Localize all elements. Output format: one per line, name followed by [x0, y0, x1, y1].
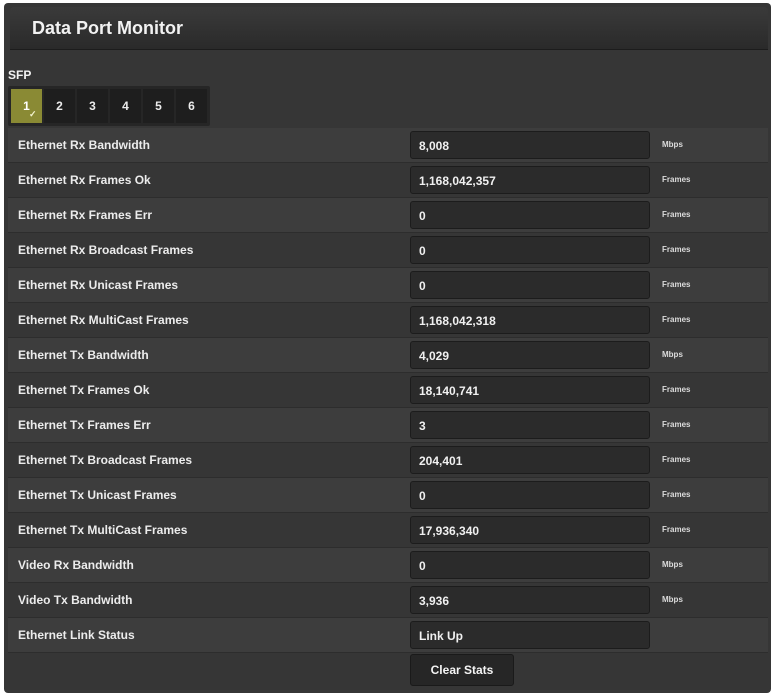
stat-label: Ethernet Rx Frames Err [18, 208, 153, 222]
stat-value-field: 0 [410, 271, 650, 299]
tab-sfp-5[interactable]: 5 [143, 89, 174, 123]
stat-value-field: 8,008 [410, 131, 650, 159]
stat-label: Ethernet Tx Bandwidth [18, 348, 149, 362]
tab-sfp-4[interactable]: 4 [110, 89, 141, 123]
stat-label: Ethernet Rx MultiCast Frames [18, 313, 189, 327]
stat-row-eth-rx-broadcast: Ethernet Rx Broadcast Frames 0 Frames [8, 233, 768, 268]
stat-unit: Mbps [662, 560, 683, 569]
stat-unit: Mbps [662, 350, 683, 359]
stat-row-eth-tx-bandwidth: Ethernet Tx Bandwidth 4,029 Mbps [8, 338, 768, 373]
stat-label: Ethernet Tx Unicast Frames [18, 488, 177, 502]
tab-sfp-3[interactable]: 3 [77, 89, 108, 123]
stat-unit: Frames [662, 280, 691, 289]
stat-row-eth-tx-frames-ok: Ethernet Tx Frames Ok 18,140,741 Frames [8, 373, 768, 408]
stat-unit: Frames [662, 210, 691, 219]
link-status-field: Link Up [410, 621, 650, 649]
stat-value-field: 4,029 [410, 341, 650, 369]
sfp-label: SFP [8, 68, 32, 82]
stat-value-field: 0 [410, 236, 650, 264]
stat-unit: Frames [662, 385, 691, 394]
stat-label: Ethernet Tx Frames Ok [18, 383, 150, 397]
stat-value-field: 1,168,042,357 [410, 166, 650, 194]
stat-row-eth-rx-frames-ok: Ethernet Rx Frames Ok 1,168,042,357 Fram… [8, 163, 768, 198]
stat-label: Video Rx Bandwidth [18, 558, 134, 572]
stat-row-eth-tx-unicast: Ethernet Tx Unicast Frames 0 Frames [8, 478, 768, 513]
stat-label: Ethernet Rx Frames Ok [18, 173, 151, 187]
stat-unit: Frames [662, 490, 691, 499]
stat-unit: Mbps [662, 140, 683, 149]
stat-row-eth-rx-multicast: Ethernet Rx MultiCast Frames 1,168,042,3… [8, 303, 768, 338]
tab-sfp-6[interactable]: 6 [176, 89, 207, 123]
stat-row-eth-tx-broadcast: Ethernet Tx Broadcast Frames 204,401 Fra… [8, 443, 768, 478]
sfp-tab-bar: 1 ✓ 2 3 4 5 6 [8, 86, 210, 126]
stat-value-field: 1,168,042,318 [410, 306, 650, 334]
tab-label: 5 [155, 99, 162, 113]
stat-row-eth-rx-bandwidth: Ethernet Rx Bandwidth 8,008 Mbps [8, 128, 768, 163]
stats-table: Ethernet Rx Bandwidth 8,008 Mbps Etherne… [8, 128, 768, 653]
stat-row-eth-tx-multicast: Ethernet Tx MultiCast Frames 17,936,340 … [8, 513, 768, 548]
stat-unit: Frames [662, 175, 691, 184]
stat-unit: Frames [662, 315, 691, 324]
tab-label: 3 [89, 99, 96, 113]
stat-row-eth-link-status: Ethernet Link Status Link Up [8, 618, 768, 653]
stat-label: Ethernet Tx Frames Err [18, 418, 151, 432]
stat-label: Ethernet Link Status [18, 628, 135, 642]
stat-value-field: 3 [410, 411, 650, 439]
stat-value-field: 18,140,741 [410, 376, 650, 404]
stat-unit: Frames [662, 420, 691, 429]
stat-unit: Frames [662, 245, 691, 254]
stat-label: Ethernet Tx Broadcast Frames [18, 453, 193, 467]
page-title: Data Port Monitor [32, 18, 183, 38]
stat-label: Ethernet Rx Bandwidth [18, 138, 151, 152]
stat-row-eth-rx-unicast: Ethernet Rx Unicast Frames 0 Frames [8, 268, 768, 303]
tab-label: 2 [56, 99, 63, 113]
check-mark-icon: ✓ [29, 109, 37, 119]
stat-value-field: 0 [410, 551, 650, 579]
stat-value-field: 17,936,340 [410, 516, 650, 544]
stat-value-field: 3,936 [410, 586, 650, 614]
stat-value-field: 204,401 [410, 446, 650, 474]
tab-sfp-1[interactable]: 1 ✓ [11, 89, 42, 123]
stat-value-field: 0 [410, 201, 650, 229]
tab-label: 6 [188, 99, 195, 113]
stat-row-video-rx-bandwidth: Video Rx Bandwidth 0 Mbps [8, 548, 768, 583]
stat-label: Ethernet Rx Unicast Frames [18, 278, 179, 292]
stat-row-eth-tx-frames-err: Ethernet Tx Frames Err 3 Frames [8, 408, 768, 443]
stat-unit: Mbps [662, 595, 683, 604]
stat-row-eth-rx-frames-err: Ethernet Rx Frames Err 0 Frames [8, 198, 768, 233]
stat-label: Ethernet Rx Broadcast Frames [18, 243, 194, 257]
stat-label: Video Tx Bandwidth [18, 593, 133, 607]
stat-label: Ethernet Tx MultiCast Frames [18, 523, 188, 537]
stat-value-field: 0 [410, 481, 650, 509]
stat-unit: Frames [662, 525, 691, 534]
tab-sfp-2[interactable]: 2 [44, 89, 75, 123]
clear-stats-button[interactable]: Clear Stats [410, 654, 514, 686]
stat-row-video-tx-bandwidth: Video Tx Bandwidth 3,936 Mbps [8, 583, 768, 618]
tab-label: 4 [122, 99, 129, 113]
panel-header: Data Port Monitor [10, 7, 768, 50]
stat-unit: Frames [662, 455, 691, 464]
